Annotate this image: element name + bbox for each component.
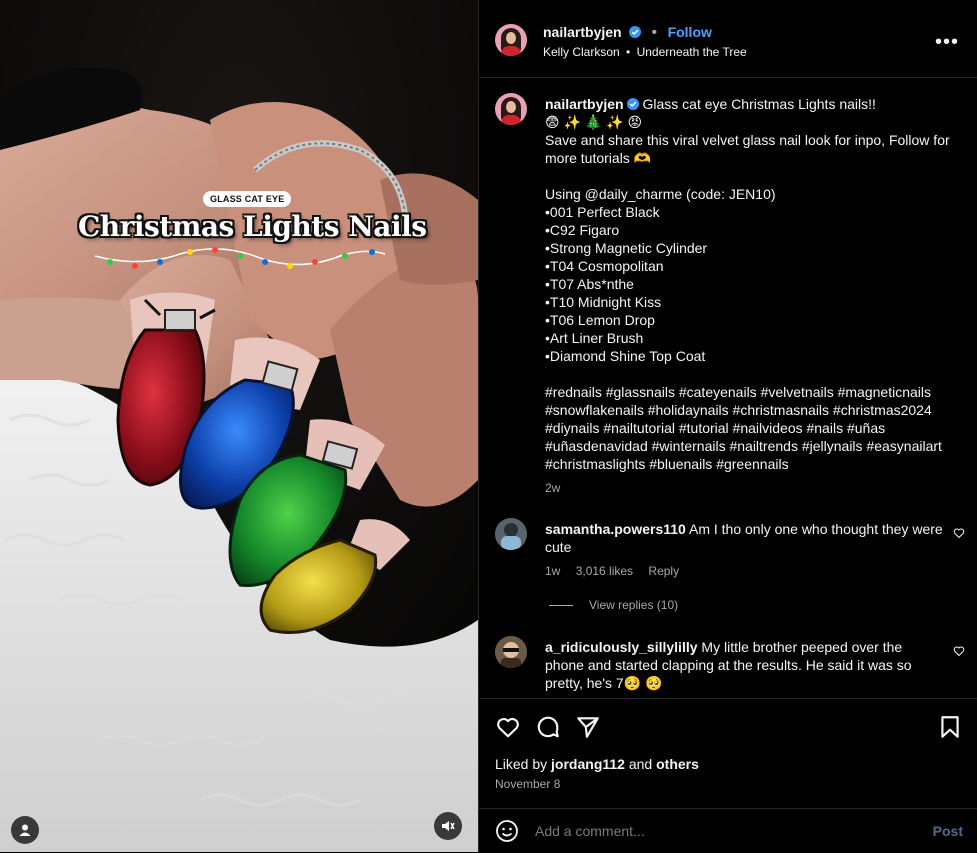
post-actions: Liked by jordang112 and others November … — [479, 698, 977, 809]
caption-username[interactable]: nailartbyjen — [545, 96, 624, 112]
caption-item: •Diamond Shine Top Coat — [545, 348, 706, 364]
author-row: nailartbyjen • Follow — [543, 24, 712, 42]
liked-by-and: and — [628, 756, 653, 772]
post-details-panel: nailartbyjen • Follow Kelly Clarkson • U… — [479, 0, 977, 852]
more-options-icon[interactable]: ••• — [935, 31, 959, 54]
like-heart-icon[interactable] — [495, 714, 521, 740]
comment-age: 1w — [545, 564, 561, 578]
caption-hashtags[interactable]: #rednails #glassnails #cateyenails #velv… — [545, 383, 955, 473]
caption-item: •T07 Abs*nthe — [545, 276, 634, 292]
caption-item: •T06 Lemon Drop — [545, 312, 655, 328]
bookmark-icon[interactable] — [937, 714, 963, 740]
caption-item: •001 Perfect Black — [545, 204, 660, 220]
separator-dot: • — [651, 24, 658, 41]
comment-like-icon[interactable] — [953, 527, 965, 539]
comment: a_ridiculously_sillylilly My little brot… — [545, 638, 945, 692]
replies-line — [549, 605, 573, 607]
caption-emoji-line: 😨 ✨ 🎄 ✨ 😡 — [545, 114, 643, 130]
reply-button[interactable]: Reply — [648, 564, 679, 578]
verified-badge-icon — [626, 98, 639, 110]
caption-age: 2w — [545, 481, 561, 495]
comment-username[interactable]: samantha.powers110 — [545, 521, 686, 537]
overlay-label: GLASS CAT EYE — [203, 191, 292, 207]
commenter-avatar[interactable] — [495, 636, 527, 668]
caption-title: Glass cat eye Christmas Lights nails!! — [642, 96, 876, 112]
caption-item: •Strong Magnetic Cylinder — [545, 240, 708, 256]
nail-photo — [0, 0, 478, 852]
view-replies-label[interactable]: View replies (10) — [589, 598, 678, 612]
caption-item: •C92 Figaro — [545, 222, 620, 238]
comment-username[interactable]: a_ridiculously_sillylilly — [545, 639, 698, 655]
comment-like-icon[interactable] — [953, 645, 965, 657]
commenter-avatar[interactable] — [495, 518, 527, 550]
post-caption: nailartbyjen Glass cat eye Christmas Lig… — [545, 95, 955, 497]
separator-dot: • — [626, 45, 631, 59]
liked-by-row: Liked by jordang112 and others — [495, 756, 699, 772]
audio-artist[interactable]: Kelly Clarkson — [543, 45, 620, 59]
overlay-title: Christmas Lights Nails — [78, 210, 427, 243]
share-send-icon[interactable] — [575, 714, 601, 740]
user-tag-icon — [19, 824, 31, 836]
audio-track[interactable]: Underneath the Tree — [637, 45, 747, 59]
emoji-icon[interactable] — [495, 819, 519, 843]
comment-bubble-icon[interactable] — [535, 714, 561, 740]
view-replies-button[interactable]: View replies (10) — [549, 598, 678, 612]
post-date: November 8 — [495, 777, 561, 791]
author-username[interactable]: nailartbyjen — [543, 24, 622, 40]
post-header: nailartbyjen • Follow Kelly Clarkson • U… — [479, 0, 977, 78]
comment-composer: Add a comment... Post — [479, 808, 977, 853]
caption-item: •T10 Midnight Kiss — [545, 294, 662, 310]
liked-by-prefix: Liked by — [495, 756, 548, 772]
comment-meta: 1w 3,016 likes Reply — [545, 562, 945, 580]
comment: samantha.powers110 Am I tho only one who… — [545, 520, 945, 580]
liked-by-others[interactable]: others — [656, 756, 699, 772]
caption-item: •Art Liner Brush — [545, 330, 644, 346]
comment-input[interactable]: Add a comment... — [535, 823, 645, 839]
caption-line1: Save and share this viral velvet glass n… — [545, 132, 950, 166]
mute-button[interactable] — [434, 812, 462, 840]
liked-by-user[interactable]: jordang112 — [551, 756, 625, 772]
follow-button[interactable]: Follow — [668, 24, 712, 40]
caption-using: Using @daily_charme (code: JEN10) — [545, 186, 776, 202]
caption-item: •T04 Cosmopolitan — [545, 258, 664, 274]
post-media[interactable]: GLASS CAT EYE Christmas Lights Nails — [0, 0, 478, 852]
caption-author-avatar[interactable] — [495, 93, 527, 125]
user-tag-button[interactable] — [11, 816, 39, 844]
verified-badge-icon — [629, 26, 642, 38]
audio-row[interactable]: Kelly Clarkson • Underneath the Tree — [543, 45, 747, 59]
mute-icon — [442, 821, 455, 831]
author-avatar[interactable] — [495, 24, 527, 56]
comment-likes[interactable]: 3,016 likes — [576, 564, 633, 578]
post-comment-button[interactable]: Post — [933, 823, 963, 839]
